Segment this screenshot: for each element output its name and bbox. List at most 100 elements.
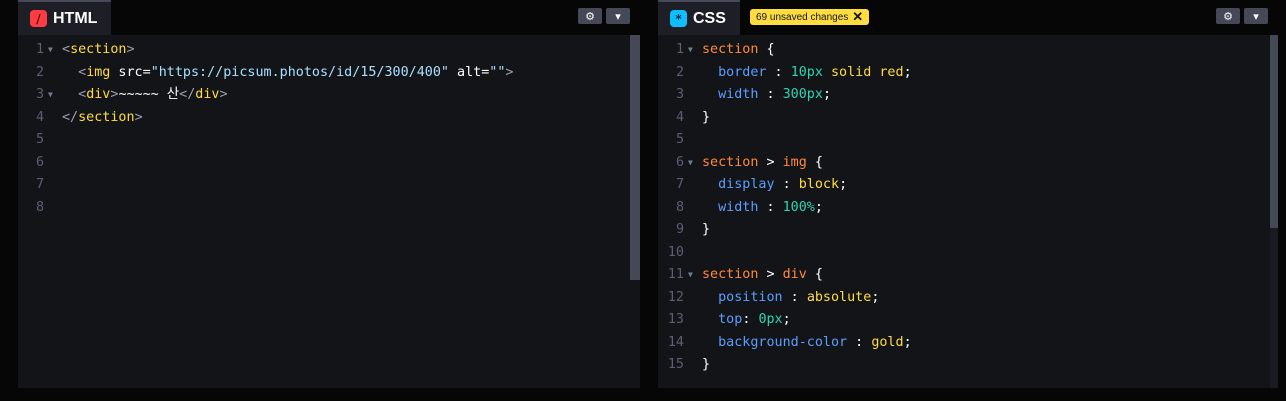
html-tab[interactable]: / HTML (18, 0, 112, 35)
code-line[interactable]: 13 top: 0px; (658, 309, 1278, 332)
css-scrollbar[interactable] (1270, 35, 1278, 228)
chevron-down-icon: ▾ (1253, 10, 1259, 23)
code-token: < (78, 87, 87, 102)
code-token: : (774, 177, 799, 192)
code-line[interactable]: 1 ▼ <section> (18, 39, 640, 62)
fold-arrow-icon[interactable]: ▼ (688, 39, 693, 62)
code-token: top (718, 312, 743, 327)
html-collapse-button[interactable]: ▾ (606, 8, 630, 24)
code-line[interactable]: 5 (658, 129, 1278, 152)
html-panel-header: / HTML ⚙ ▾ (18, 0, 640, 35)
code-token: : (758, 87, 783, 102)
bottom-bar (0, 388, 1286, 401)
css-tab[interactable]: * CSS (658, 0, 740, 35)
line-number: 12 (667, 289, 684, 305)
code-token: ; (814, 199, 823, 215)
code-line[interactable]: 6 (18, 152, 640, 175)
code-line[interactable]: 11 ▼ section > div { (658, 264, 1278, 287)
fold-arrow-icon[interactable]: ▼ (688, 264, 693, 287)
chevron-down-icon: ▾ (615, 10, 621, 23)
code-token: > (758, 267, 783, 282)
code-token: { (758, 42, 775, 57)
code-token: } (702, 109, 711, 125)
code-token: section (702, 42, 759, 57)
code-line[interactable]: 10 (658, 242, 1278, 265)
fold-arrow-icon[interactable]: ▼ (688, 152, 693, 175)
css-code-editor[interactable]: 1 ▼ section {2 border : 10px solid red; 3 w… (658, 35, 1278, 388)
code-token: 100% (782, 199, 815, 215)
line-number: 1 (675, 42, 684, 57)
left-edge (0, 0, 18, 401)
code-line[interactable]: 6 ▼ section > img { (658, 152, 1278, 175)
code-line[interactable]: 7 display : block; (658, 174, 1278, 197)
code-token: border (718, 64, 767, 80)
code-line[interactable]: 4} (658, 107, 1278, 130)
line-number: 7 (35, 177, 44, 192)
line-number: 10 (667, 244, 684, 260)
html-scrollbar[interactable] (630, 35, 640, 280)
css-collapse-button[interactable]: ▾ (1244, 8, 1268, 24)
code-line[interactable]: 2 <img src="https://picsum.photos/id/15/… (18, 62, 640, 85)
code-text: position : absolute; (702, 287, 879, 310)
code-token: </ (179, 87, 196, 102)
code-line[interactable]: 15} (658, 354, 1278, 377)
html-code-editor[interactable]: 1 ▼ <section> 2 <img src="https://picsum.ph… (18, 35, 640, 388)
code-line[interactable]: 4 </section> (18, 107, 640, 130)
code-text: width : 100%; (702, 197, 823, 220)
css-settings-button[interactable]: ⚙ (1216, 8, 1240, 24)
code-text: section > div { (702, 264, 823, 287)
code-line[interactable]: 2 border : 10px solid red; (658, 62, 1278, 85)
html-tab-title: HTML (53, 9, 98, 27)
close-icon[interactable]: ✕ (852, 10, 863, 23)
html-editor-panel: / HTML ⚙ ▾ 1 ▼ <section> 2 <img src="https:… (18, 0, 640, 388)
line-number: 14 (667, 334, 684, 350)
code-line[interactable]: 8 width : 100%; (658, 197, 1278, 220)
code-token: ; (903, 334, 912, 350)
code-line[interactable]: 1 ▼ section { (658, 39, 1278, 62)
code-text: } (702, 354, 710, 377)
code-token: section (702, 267, 759, 282)
line-number: 8 (675, 199, 684, 215)
panel-divider[interactable] (640, 0, 658, 401)
line-number: 11 (667, 267, 684, 282)
code-line[interactable]: 7 (18, 174, 640, 197)
line-number: 2 (35, 64, 44, 80)
fold-arrow-icon[interactable]: ▼ (48, 39, 53, 62)
code-text: section > img { (702, 152, 823, 175)
code-token: > (219, 87, 228, 102)
code-token: : (847, 334, 872, 350)
code-line[interactable]: 12 position : absolute; (658, 287, 1278, 310)
code-line[interactable]: 14 background-color : gold; (658, 332, 1278, 355)
code-text: width : 300px; (702, 84, 831, 107)
fold-arrow-icon[interactable]: ▼ (48, 84, 53, 107)
code-line[interactable]: 3 width : 300px; (658, 84, 1278, 107)
code-token: alt= (448, 64, 490, 80)
line-number: 4 (675, 109, 684, 125)
code-token: < (62, 42, 71, 57)
line-number: 6 (35, 154, 44, 170)
code-token: : (766, 64, 791, 80)
code-token: < (78, 64, 87, 80)
code-text: </section> (62, 107, 143, 130)
unsaved-changes-badge[interactable]: 69 unsaved changes ✕ (750, 9, 870, 25)
code-token: block (798, 177, 840, 192)
html-slash-icon: / (30, 10, 47, 27)
code-token: img (782, 154, 807, 170)
html-settings-button[interactable]: ⚙ (578, 8, 602, 24)
code-token: ; (782, 312, 791, 327)
code-line[interactable]: 9} (658, 219, 1278, 242)
code-text: border : 10px solid red; (702, 62, 912, 85)
code-line[interactable]: 5 (18, 129, 640, 152)
code-token: ~~~~~ 산 (118, 87, 180, 102)
code-token: background-color (718, 334, 848, 350)
code-token: section (78, 109, 135, 125)
code-token: > (126, 42, 135, 57)
code-line[interactable]: 8 (18, 197, 640, 220)
code-token: width (718, 199, 759, 215)
code-line[interactable]: 3 ▼ <div>~~~~~ 산</div> (18, 84, 640, 107)
code-token: solid (822, 64, 872, 80)
